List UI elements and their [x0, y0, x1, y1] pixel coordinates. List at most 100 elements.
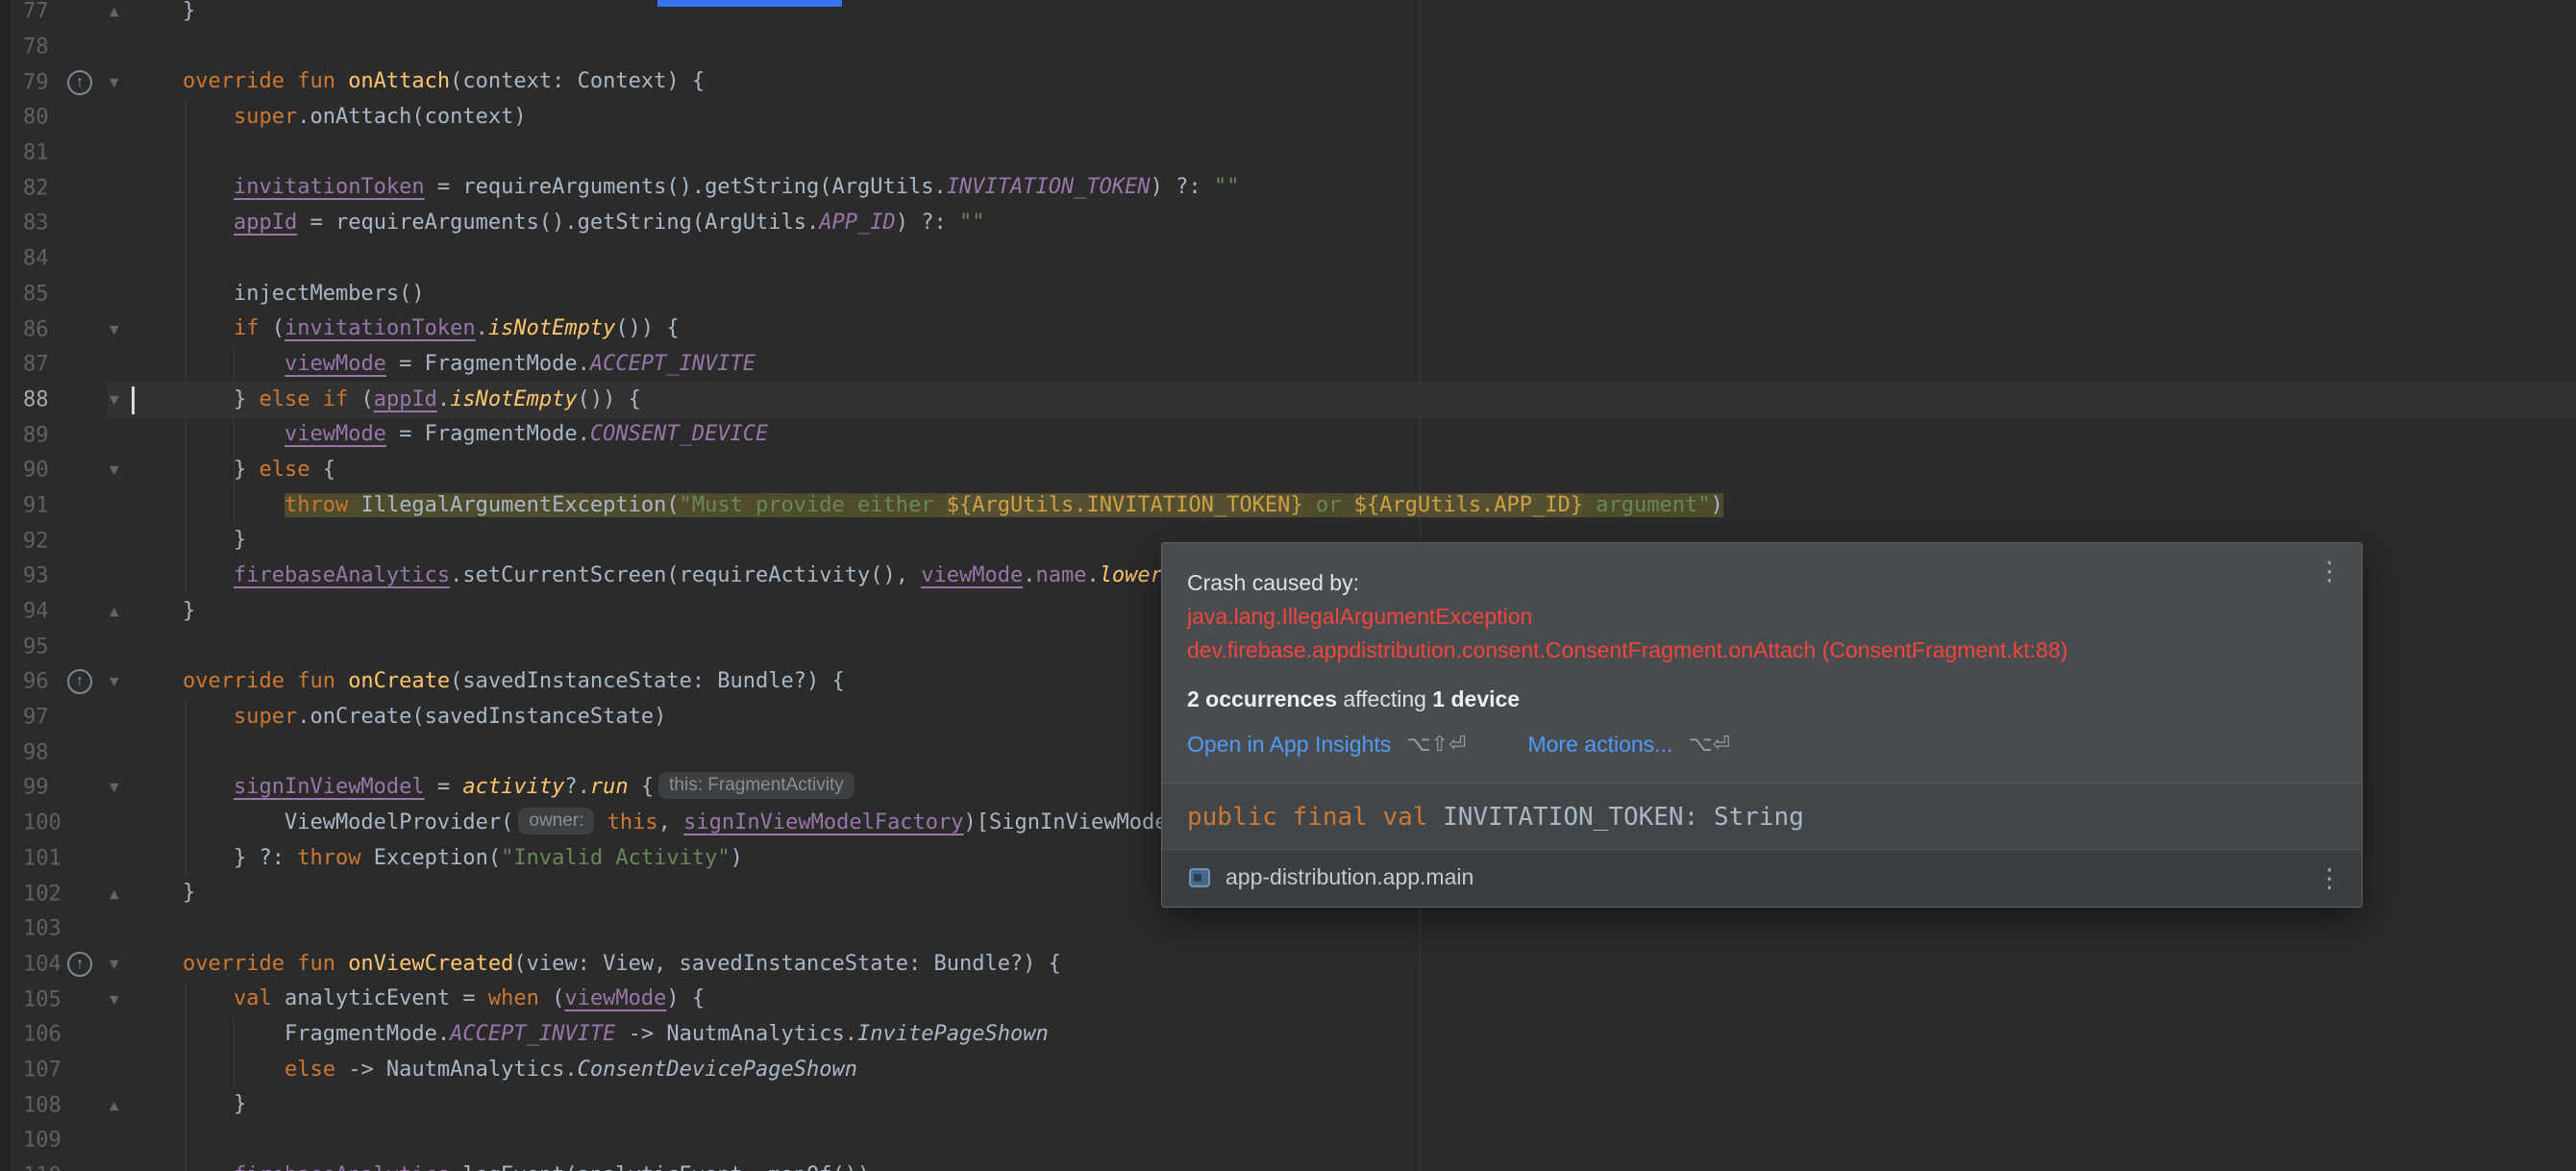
code-line-86: 86 ▾ if (invitationToken.isNotEmpty()) {	[0, 311, 2576, 347]
code-token: .onCreate(savedInstanceState)	[297, 704, 667, 729]
line-number: 93	[23, 563, 49, 588]
code-text[interactable]: super.onAttach(context)	[183, 100, 527, 136]
code-token: run	[589, 775, 629, 800]
code-text[interactable]: override fun onCreate(savedInstanceState…	[183, 664, 845, 700]
gutter: 98	[0, 735, 183, 770]
fold-down-icon[interactable]: ▾	[110, 672, 119, 691]
code-token: viewMode	[284, 351, 386, 376]
fold-up-icon[interactable]: ▴	[110, 884, 119, 903]
code-text[interactable]: if (invitationToken.isNotEmpty()) {	[183, 311, 680, 347]
code-text[interactable]: viewMode = FragmentMode.CONSENT_DEVICE	[183, 417, 768, 453]
code-token: viewMode	[284, 422, 386, 447]
fold-down-icon[interactable]: ▾	[110, 990, 119, 1009]
code-text[interactable]: override fun onAttach(context: Context) …	[183, 64, 705, 100]
code-token: = FragmentMode.	[385, 351, 590, 376]
override-method-gutter-icon[interactable]: ↑	[67, 669, 92, 695]
doc-signature-name: INVITATION_TOKEN	[1443, 803, 1684, 832]
code-token: -> NautmAnalytics.	[334, 1057, 578, 1082]
code-text[interactable]: signInViewModel = activity?.run {this: F…	[183, 770, 855, 806]
code-line-77: 77 ▴}	[0, 0, 2576, 30]
code-line-78: 78	[0, 30, 2576, 65]
code-text[interactable]: invitationToken = requireArguments().get…	[183, 170, 1239, 206]
doc-module-row: app-distribution.app.main ⋮	[1162, 849, 2362, 907]
code-line-110: 110 firebaseAnalytics.logEvent(analyticE…	[0, 1159, 2576, 1171]
code-token: signInViewModel	[233, 775, 425, 800]
fold-down-icon[interactable]: ▾	[110, 778, 119, 797]
code-token: onCreate	[348, 669, 451, 694]
code-text[interactable]: }	[183, 523, 246, 559]
code-token: -> NautmAnalytics.	[615, 1021, 858, 1046]
code-text[interactable]: injectMembers()	[183, 277, 425, 312]
fold-up-icon[interactable]: ▴	[110, 602, 119, 621]
code-text[interactable]: } else {	[183, 453, 335, 488]
gutter: 110	[0, 1159, 183, 1171]
code-text[interactable]: }	[183, 0, 195, 30]
code-text[interactable]: appId = requireArguments().getString(Arg…	[183, 206, 985, 241]
code-token: }	[183, 1092, 247, 1117]
fold-down-icon[interactable]: ▾	[110, 461, 119, 480]
doc-menu-kebab-icon[interactable]: ⋮	[2316, 865, 2342, 891]
code-text[interactable]: } else if (appId.isNotEmpty()) {	[183, 383, 641, 418]
code-token: ConsentDevicePageShown	[577, 1057, 858, 1082]
code-token: "Invalid Activity"	[501, 845, 731, 870]
code-token: override fun	[183, 69, 349, 94]
code-text[interactable]: super.onCreate(savedInstanceState)	[183, 700, 666, 735]
code-text[interactable]: }	[183, 594, 195, 630]
gutter: 95	[0, 629, 183, 664]
gutter: 97	[0, 700, 183, 735]
code-text[interactable]: } ?: throw Exception("Invalid Activity")	[183, 841, 743, 877]
fold-down-icon[interactable]: ▾	[110, 390, 119, 409]
gutter: 104 ↑ ▾	[0, 947, 183, 983]
fold-up-icon[interactable]: ▴	[110, 1096, 119, 1114]
gutter: 94 ▴	[0, 594, 183, 630]
code-text[interactable]: FragmentMode.ACCEPT_INVITE -> NautmAnaly…	[183, 1017, 1049, 1053]
line-number: 80	[23, 105, 49, 130]
code-text[interactable]: throw IllegalArgumentException("Must pro…	[183, 488, 1723, 524]
code-token: } ?:	[183, 845, 298, 870]
code-text[interactable]: firebaseAnalytics.logEvent(analyticEvent…	[183, 1159, 870, 1171]
inlay-hint: this: FragmentActivity	[658, 772, 855, 800]
code-text[interactable]: }	[183, 1087, 246, 1123]
code-token: ,	[657, 810, 684, 835]
code-text[interactable]: override fun onViewCreated(view: View, s…	[183, 947, 1061, 983]
crash-actions: Open in App Insights ⌥⇧⏎ More actions...…	[1187, 728, 2337, 761]
code-text[interactable]: else -> NautmAnalytics.ConsentDevicePage…	[183, 1053, 857, 1088]
fold-down-icon[interactable]: ▾	[110, 320, 119, 338]
code-token: .	[475, 316, 488, 341]
code-token: throw	[297, 845, 374, 870]
code-text[interactable]: }	[183, 876, 195, 911]
gutter: 79 ↑ ▾	[0, 64, 183, 100]
crash-menu-kebab-icon[interactable]: ⋮	[2316, 559, 2342, 585]
code-token: .	[1023, 563, 1036, 587]
code-token: injectMembers()	[183, 281, 425, 306]
fold-down-icon[interactable]: ▾	[110, 73, 119, 91]
fold-down-icon[interactable]: ▾	[110, 955, 119, 973]
code-token: argument"	[1583, 492, 1711, 517]
override-method-gutter-icon[interactable]: ↑	[67, 951, 92, 977]
crash-location: dev.firebase.appdistribution.consent.Con…	[1187, 637, 2068, 662]
open-app-insights-shortcut: ⌥⇧⏎	[1406, 733, 1467, 757]
more-actions-link[interactable]: More actions...	[1527, 728, 1672, 761]
occurrence-count: 2 occurrences	[1187, 686, 1337, 711]
code-token: CONSENT_DEVICE	[589, 422, 769, 447]
gutter: 92	[0, 523, 183, 559]
code-token: val	[233, 986, 285, 1011]
code-line-80: 80 super.onAttach(context)	[0, 100, 2576, 136]
fold-up-icon[interactable]: ▴	[110, 2, 119, 21]
code-token: FragmentMode.	[183, 1021, 451, 1046]
code-token: name	[1035, 563, 1087, 587]
code-token: if	[233, 316, 260, 341]
code-token: invitationToken	[284, 316, 476, 341]
code-token: or	[1302, 492, 1354, 517]
override-method-gutter-icon[interactable]: ↑	[67, 69, 92, 95]
code-text[interactable]: viewMode = FragmentMode.ACCEPT_INVITE	[183, 347, 755, 383]
line-number: 110	[23, 1164, 62, 1171]
code-text[interactable]: val analyticEvent = when (viewMode) {	[183, 982, 705, 1017]
open-app-insights-link[interactable]: Open in App Insights	[1187, 728, 1391, 761]
code-token: override fun	[183, 669, 349, 694]
gutter: 83	[0, 206, 183, 241]
code-text[interactable]: firebaseAnalytics.setCurrentScreen(requi…	[183, 559, 1252, 594]
